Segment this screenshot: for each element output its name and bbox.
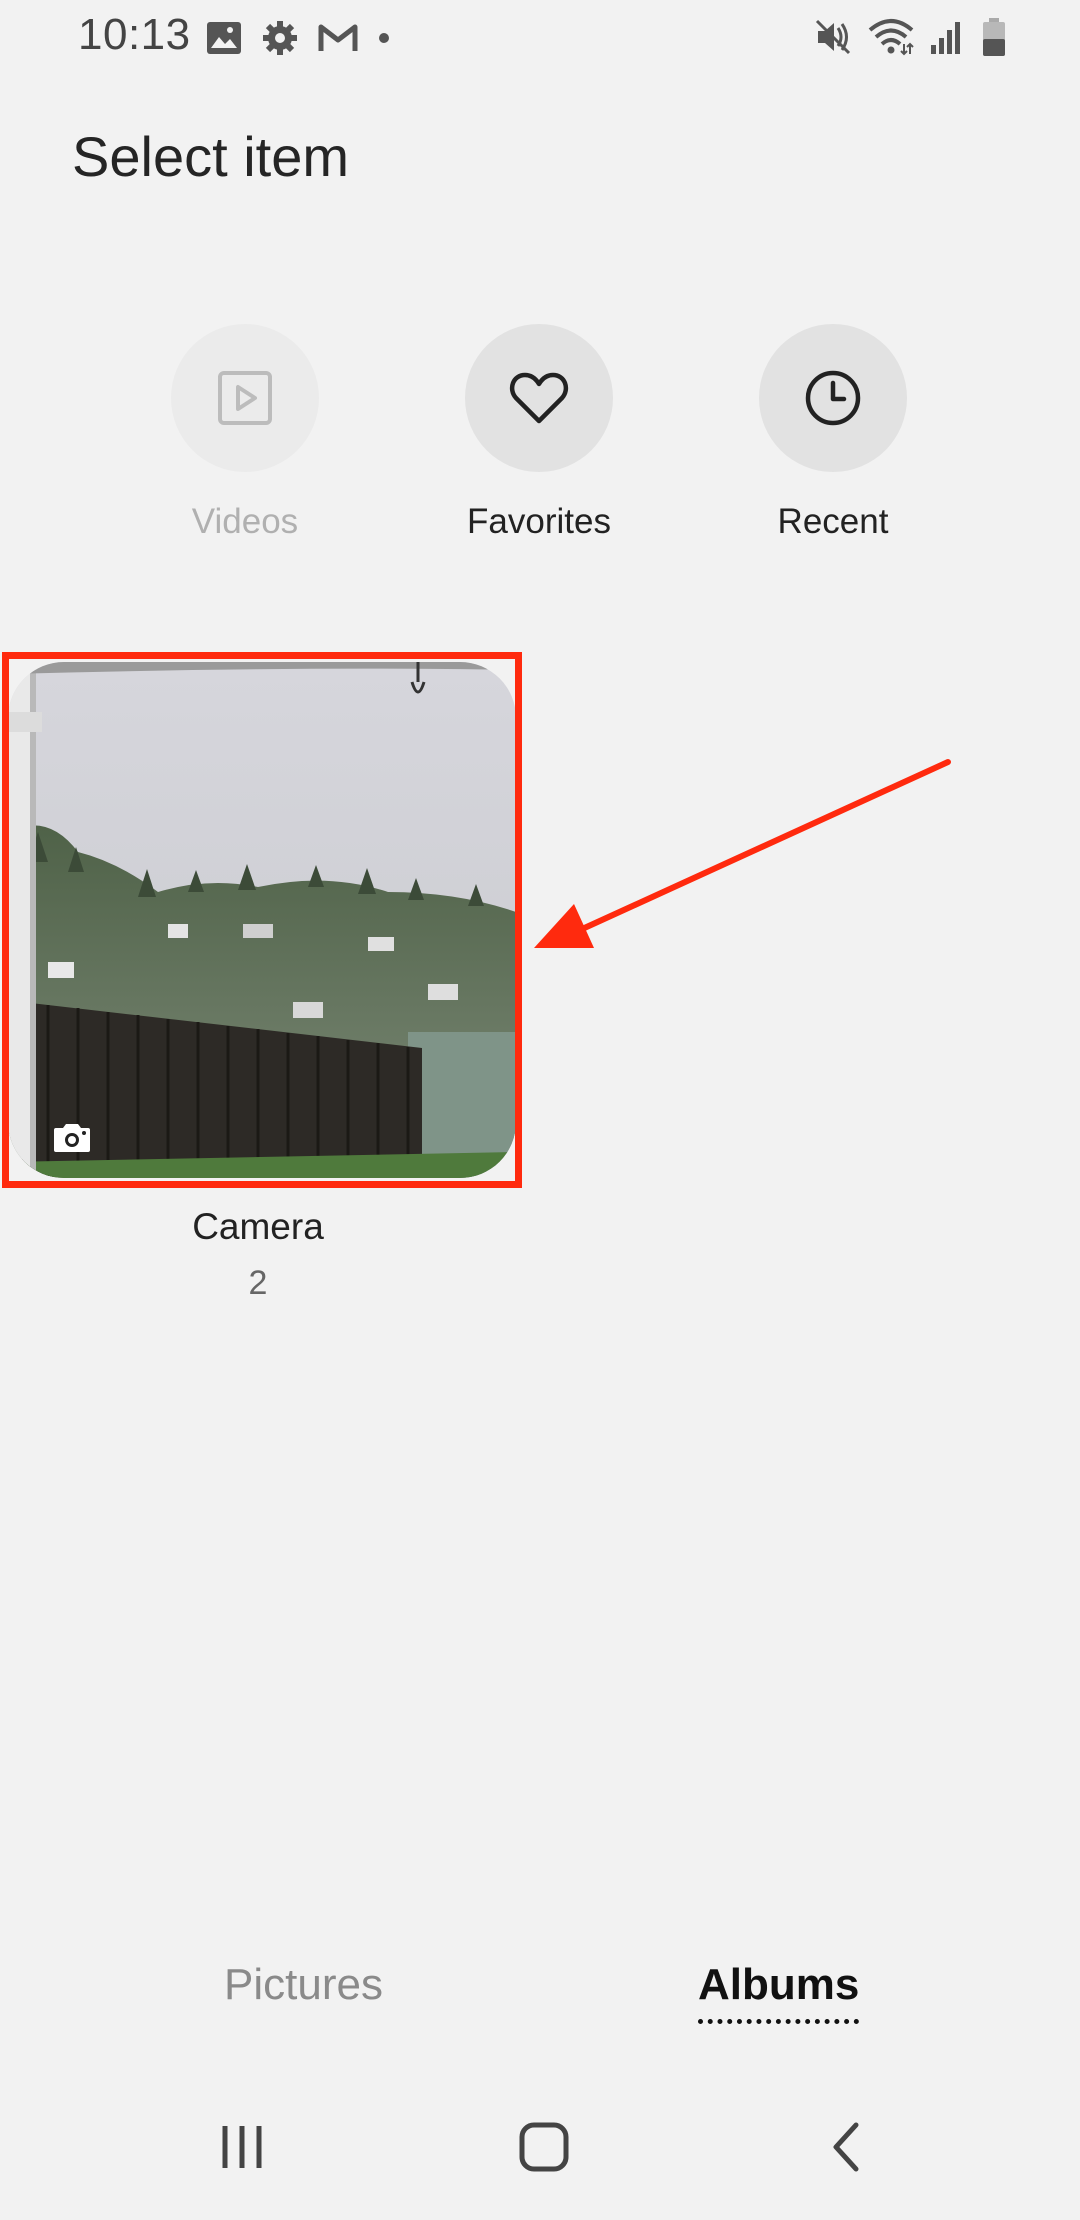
mute-icon	[815, 19, 851, 55]
status-bar: 10:13	[0, 0, 1080, 76]
battery-icon	[983, 18, 1005, 56]
shortcut-videos-label: Videos	[191, 502, 299, 541]
wifi-icon	[868, 19, 914, 56]
shortcut-videos[interactable]: Videos	[145, 324, 345, 554]
tab-albums[interactable]: Albums	[698, 1960, 860, 2024]
shortcut-videos-circle	[171, 324, 319, 472]
more-notifications-dot-icon	[379, 33, 389, 43]
video-icon	[218, 371, 272, 425]
tab-albums-label: Albums	[698, 1960, 860, 2009]
status-system-icons	[814, 14, 1008, 60]
annotation-arrow	[534, 759, 951, 948]
settings-notification-icon	[263, 21, 297, 55]
gmail-notification-icon	[318, 24, 358, 51]
gallery-notification-icon	[207, 22, 241, 54]
shortcut-recent-label: Recent	[777, 502, 889, 541]
status-time: 10:13	[78, 10, 191, 59]
album-name: Camera	[192, 1206, 324, 1247]
shortcut-recent[interactable]: Recent	[733, 324, 933, 554]
tab-pictures[interactable]: Pictures	[224, 1960, 383, 2010]
signal-icon	[931, 22, 960, 54]
album-camera[interactable]: Camera 2	[0, 652, 526, 1332]
recents-icon	[222, 2126, 262, 2168]
shortcut-favorites-label: Favorites	[467, 502, 611, 541]
tab-pictures-label: Pictures	[224, 1960, 383, 2009]
shortcut-favorites-circle	[465, 324, 613, 472]
home-icon	[519, 2122, 569, 2172]
status-notification-icons	[206, 18, 390, 58]
nav-recents-button[interactable]	[182, 2110, 302, 2184]
back-icon	[833, 2122, 859, 2172]
page-title: Select item	[72, 125, 349, 188]
tab-selected-indicator	[698, 2016, 860, 2024]
heart-icon	[509, 372, 569, 424]
nav-home-button[interactable]	[484, 2110, 604, 2184]
shortcut-favorites[interactable]: Favorites	[439, 324, 639, 554]
clock-icon	[805, 370, 861, 426]
shortcut-recent-circle	[759, 324, 907, 472]
nav-back-button[interactable]	[786, 2110, 906, 2184]
album-count: 2	[248, 1264, 268, 1302]
album-highlight-box	[2, 652, 522, 1188]
